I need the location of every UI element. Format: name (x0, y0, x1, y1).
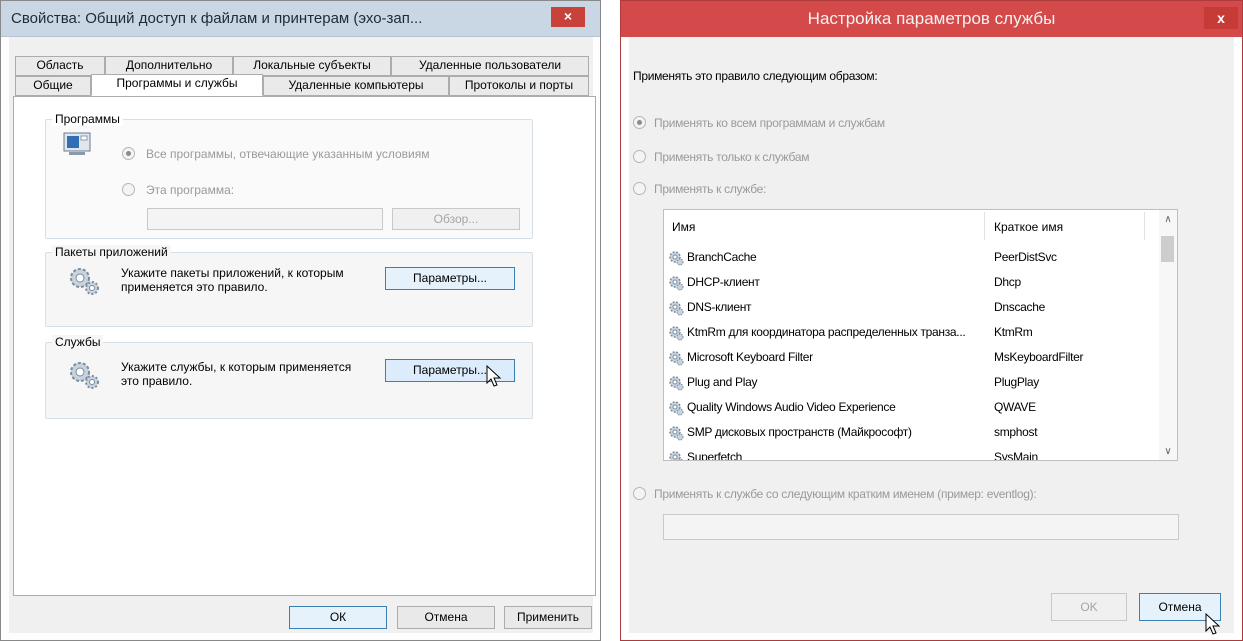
radio-all-programs-services[interactable] (633, 116, 646, 129)
service-gear-icon (668, 250, 684, 266)
column-separator (984, 212, 985, 240)
packages-gears-icon (70, 268, 99, 295)
tab-scope[interactable]: Область (15, 56, 105, 76)
tab-remote-users[interactable]: Удаленные пользователи (391, 56, 589, 76)
service-row[interactable]: Quality Windows Audio Video Experience QW… (668, 396, 1158, 421)
service-short-name: Dhcp (994, 275, 1021, 289)
packages-group-title: Пакеты приложений (52, 245, 171, 259)
scroll-up-icon[interactable]: ∧ (1159, 214, 1177, 225)
service-name: Quality Windows Audio Video Experience (687, 400, 896, 414)
list-header: Имя Краткое имя (664, 210, 1160, 242)
service-row[interactable]: DHCP-клиент Dhcp (668, 271, 1158, 296)
radio-all-programs-label: Все программы, отвечающие указанным усло… (146, 147, 430, 161)
service-settings-window: Настройка параметров службы x Применять … (620, 0, 1243, 641)
column-name-header[interactable]: Имя (672, 220, 695, 234)
ok-button[interactable]: OK (1051, 593, 1127, 621)
service-row[interactable]: SMP дисковых пространств (Майкрософт) smp… (668, 421, 1158, 446)
service-row[interactable]: Superfetch SysMain (668, 446, 1158, 461)
programs-group-title: Программы (52, 112, 123, 126)
services-gears-icon (70, 362, 99, 389)
services-list[interactable]: Имя Краткое имя BranchCache PeerDistSvc DH… (663, 209, 1178, 461)
service-name: DNS-клиент (687, 300, 752, 314)
column-separator (1144, 212, 1145, 240)
radio-only-services[interactable] (633, 150, 646, 163)
service-short-name: SysMain (994, 450, 1038, 461)
service-short-name: QWAVE (994, 400, 1036, 414)
services-group-title: Службы (52, 335, 104, 349)
browse-button[interactable]: Обзор... (392, 208, 520, 230)
service-short-name: PlugPlay (994, 375, 1039, 389)
service-gear-icon (668, 450, 684, 460)
service-name: BranchCache (687, 250, 757, 264)
program-monitor-icon (63, 132, 91, 155)
ok-button[interactable]: ОК (289, 606, 387, 629)
title-bar[interactable]: Свойства: Общий доступ к файлам и принте… (1, 1, 600, 37)
scroll-down-icon[interactable]: ∨ (1159, 446, 1177, 457)
service-name: SMP дисковых пространств (Майкрософт) (687, 425, 912, 439)
service-name: KtmRm для координатора распределенных тр… (687, 325, 966, 339)
service-gear-icon (668, 400, 684, 416)
service-row[interactable]: DNS-клиент Dnscache (668, 296, 1158, 321)
radio-only-services-label: Применять только к службам (654, 150, 810, 164)
service-short-name: Dnscache (994, 300, 1045, 314)
service-row[interactable]: KtmRm для координатора распределенных тр… (668, 321, 1158, 346)
service-name: Plug and Play (687, 375, 758, 389)
title-bar[interactable]: Настройка параметров службы x (621, 1, 1242, 37)
service-short-name: MsKeyboardFilter (994, 350, 1084, 364)
service-gear-icon (668, 375, 684, 391)
service-gear-icon (668, 275, 684, 291)
scroll-thumb[interactable] (1161, 236, 1174, 262)
radio-by-short-name-label: Применять к службе со следующим кратким … (654, 487, 1037, 501)
radio-all-programs-services-label: Применять ко всем программам и службам (654, 116, 885, 130)
radio-this-program[interactable] (122, 183, 135, 196)
tab-protocols-ports[interactable]: Протоколы и порты (449, 76, 589, 96)
short-name-field[interactable] (663, 514, 1179, 540)
tab-remote-computers[interactable]: Удаленные компьютеры (263, 76, 449, 96)
service-gear-icon (668, 350, 684, 366)
service-name: DHCP-клиент (687, 275, 760, 289)
service-row[interactable]: Plug and Play PlugPlay (668, 371, 1158, 396)
service-gear-icon (668, 300, 684, 316)
service-row[interactable]: Microsoft Keyboard Filter MsKeyboardFilte… (668, 346, 1158, 371)
service-name: Superfetch (687, 450, 743, 461)
services-description: Укажите службы, к которым применяется эт… (121, 360, 352, 388)
packages-settings-button[interactable]: Параметры... (385, 267, 515, 290)
packages-description: Укажите пакеты приложений, к которым при… (121, 266, 344, 294)
window-title: Свойства: Общий доступ к файлам и принте… (11, 10, 423, 27)
service-gear-icon (668, 425, 684, 441)
radio-this-program-label: Эта программа: (146, 183, 235, 197)
service-name: Microsoft Keyboard Filter (687, 350, 813, 364)
radio-to-service-label: Применять к службе: (654, 182, 767, 196)
radio-to-service[interactable] (633, 182, 646, 195)
list-scrollbar[interactable]: ∧ ∨ (1159, 210, 1177, 460)
apply-button[interactable]: Применить (504, 606, 592, 629)
service-gear-icon (668, 325, 684, 341)
tab-local-principals[interactable]: Локальные субъекты (233, 56, 391, 76)
program-path-field[interactable] (147, 208, 383, 230)
service-short-name: PeerDistSvc (994, 250, 1057, 264)
close-button[interactable]: × (551, 7, 585, 27)
window-title: Настройка параметров службы (807, 9, 1056, 28)
tab-programs-services[interactable]: Программы и службы (91, 74, 263, 96)
mouse-cursor-icon (1205, 613, 1221, 635)
service-short-name: KtmRm (994, 325, 1033, 339)
apply-prompt: Применять это правило следующим образом: (633, 69, 878, 83)
mouse-cursor-icon (486, 365, 502, 387)
column-short-name-header[interactable]: Краткое имя (994, 220, 1063, 234)
radio-by-short-name[interactable] (633, 487, 646, 500)
tab-advanced[interactable]: Дополнительно (105, 56, 233, 76)
close-button[interactable]: x (1204, 7, 1238, 29)
service-short-name: smphost (994, 425, 1038, 439)
radio-all-programs[interactable] (122, 147, 135, 160)
tab-general[interactable]: Общие (15, 76, 91, 96)
service-row[interactable]: BranchCache PeerDistSvc (668, 246, 1158, 271)
rule-properties-window: Свойства: Общий доступ к файлам и принте… (0, 0, 601, 641)
cancel-button[interactable]: Отмена (397, 606, 495, 629)
